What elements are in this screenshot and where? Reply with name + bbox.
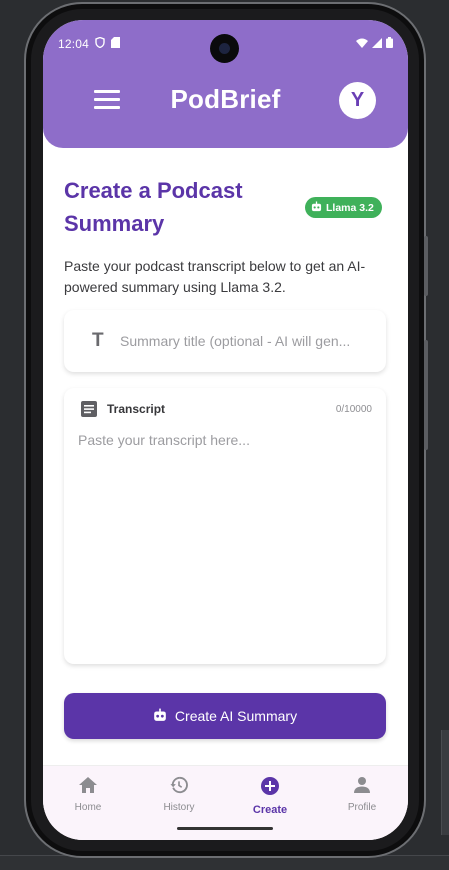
robot-icon <box>153 708 167 725</box>
nav-home-label: Home <box>74 802 102 813</box>
volume-button <box>424 236 428 296</box>
character-counter: 0/10000 <box>335 404 372 415</box>
app-header: 12:04 PodBrief Y <box>43 20 408 148</box>
nav-history-label: History <box>163 802 195 813</box>
shield-icon <box>95 36 105 51</box>
home-icon <box>78 777 98 798</box>
title-field-card: T <box>64 310 386 372</box>
app-screen: 12:04 PodBrief Y Create a Podcast Summar… <box>43 20 408 840</box>
sd-card-icon <box>111 37 121 51</box>
page-description: Paste your podcast transcript below to g… <box>64 258 366 295</box>
transcript-input[interactable] <box>78 432 372 652</box>
nav-profile[interactable]: Profile <box>327 776 397 813</box>
model-badge-label: Llama 3.2 <box>326 201 374 214</box>
transcript-card: Transcript 0/10000 <box>64 388 386 664</box>
battery-icon <box>386 37 393 51</box>
home-indicator <box>177 827 273 830</box>
history-icon <box>169 776 189 798</box>
document-icon <box>80 400 98 423</box>
avatar[interactable]: Y <box>339 82 376 119</box>
nav-profile-label: Profile <box>347 802 377 813</box>
create-summary-label: Create AI Summary <box>174 708 298 724</box>
text-format-icon: T <box>92 330 104 351</box>
nav-home[interactable]: Home <box>53 776 123 813</box>
add-circle-icon <box>260 777 280 800</box>
status-time: 12:04 <box>58 37 90 51</box>
person-icon <box>353 777 371 798</box>
model-badge: Llama 3.2 <box>305 197 382 218</box>
nav-history[interactable]: History <box>144 776 214 813</box>
background-panel-edge <box>441 730 449 835</box>
create-summary-button[interactable]: Create AI Summary <box>64 693 386 739</box>
power-button <box>424 340 428 450</box>
robot-icon <box>311 200 322 215</box>
front-camera <box>210 34 239 63</box>
wifi-icon <box>356 37 368 51</box>
nav-create-label: Create <box>252 804 288 816</box>
transcript-label: Transcript <box>107 402 166 416</box>
nav-create[interactable]: Create <box>235 776 305 816</box>
summary-title-input[interactable] <box>120 326 376 356</box>
page-title: Create a Podcast Summary <box>64 178 243 236</box>
signal-icon <box>372 37 382 51</box>
